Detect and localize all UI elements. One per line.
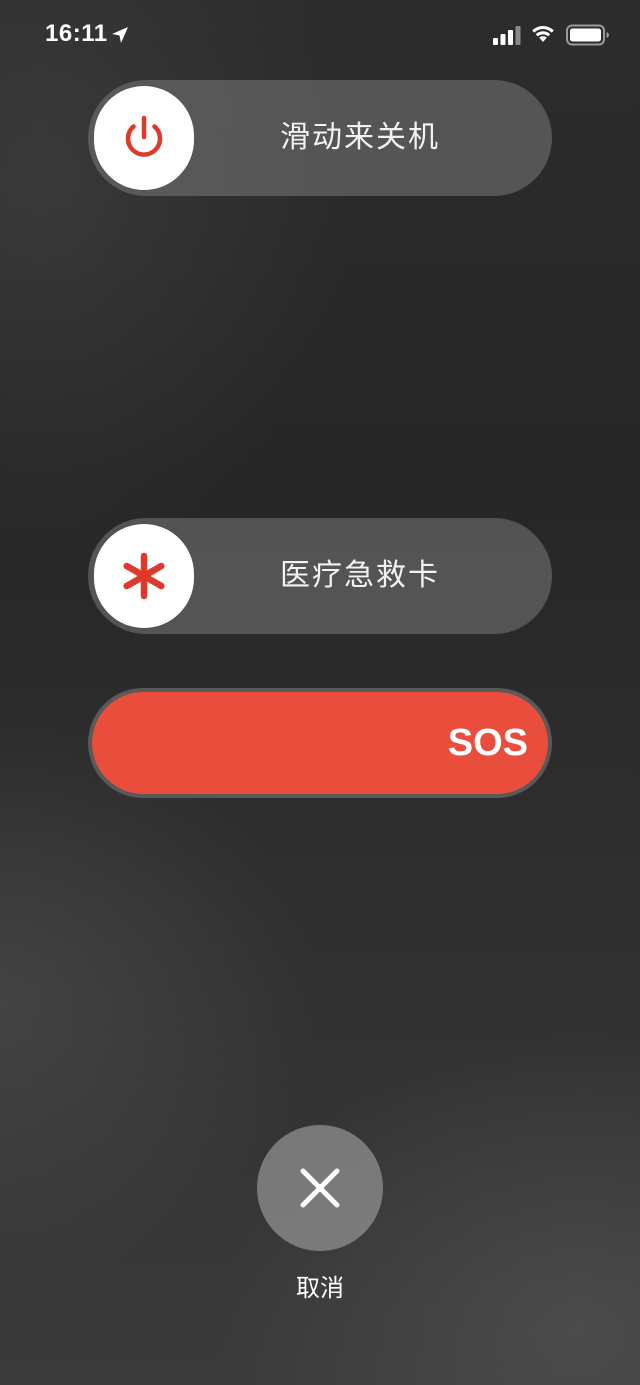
medical-id-label: 医疗急救卡 (280, 558, 440, 593)
battery-icon (566, 24, 609, 46)
power-off-label: 滑动来关机 (280, 120, 440, 155)
cancel-button[interactable] (257, 1125, 383, 1251)
close-icon (300, 1168, 340, 1208)
sos-label: SOS (447, 722, 528, 764)
cellular-signal-icon (493, 26, 521, 45)
cancel-label: 取消 (296, 1274, 344, 1302)
emergency-sos-slider[interactable]: SOS (88, 688, 552, 798)
medical-id-knob[interactable] (94, 524, 194, 628)
power-off-slider[interactable]: 滑动来关机 (88, 80, 552, 196)
medical-id-slider[interactable]: 医疗急救卡 (88, 518, 552, 634)
location-arrow-icon (112, 27, 128, 43)
power-icon (125, 115, 163, 157)
power-off-knob[interactable] (94, 86, 194, 190)
asterisk-icon (123, 552, 165, 600)
status-time: 16:11 (45, 20, 108, 47)
status-bar: 16:11 (0, 0, 640, 70)
wifi-icon (532, 25, 554, 42)
